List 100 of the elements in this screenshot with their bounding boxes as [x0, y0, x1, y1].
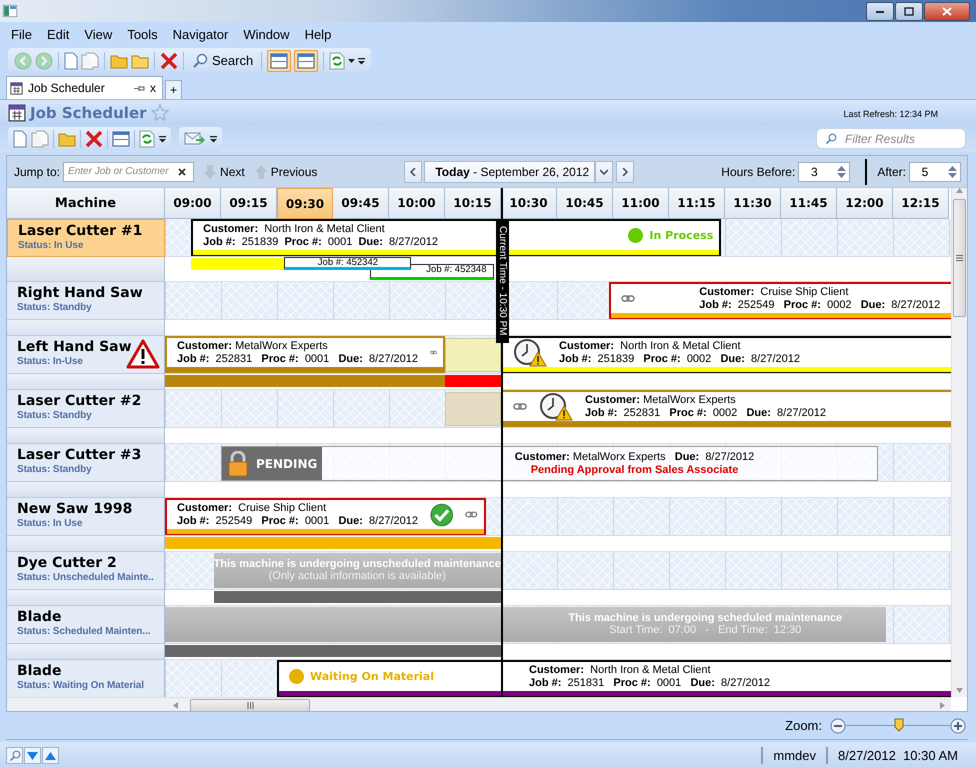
time-column-header[interactable]: 11:30: [725, 188, 781, 219]
scroll-left-icon[interactable]: [173, 702, 178, 709]
maximize-button[interactable]: [895, 2, 923, 20]
search-icon: [825, 132, 837, 144]
clear-icon[interactable]: [178, 168, 186, 176]
app-icon: [3, 5, 17, 17]
scroll-down-button[interactable]: [24, 747, 41, 764]
folder-icon: [110, 52, 128, 68]
menu-item[interactable]: Help: [304, 27, 338, 42]
machine-row-header[interactable]: Dye Cutter 2 Status: Unscheduled Mainte..: [7, 552, 165, 590]
machine-status: Status: Standby: [17, 410, 92, 421]
time-column-header[interactable]: 09:30: [277, 188, 333, 219]
zoom-in-button[interactable]: [950, 718, 966, 734]
window-icon: [270, 52, 288, 70]
zoom-out-button[interactable]: [830, 718, 846, 734]
time-column-header[interactable]: 10:00: [389, 188, 445, 219]
layout-toggle-button[interactable]: [294, 50, 318, 72]
time-column-header[interactable]: 10:30: [501, 188, 557, 219]
spin-down-icon[interactable]: [948, 172, 958, 178]
machine-row-header[interactable]: Left Hand Saw Status: In-Use: [7, 336, 165, 374]
time-column-header[interactable]: 11:00: [613, 188, 669, 219]
scroll-up-button[interactable]: [42, 747, 59, 764]
job-card[interactable]: Customer: North Iron & Metal Client Job #: 251839 Proc #: 0002 Due: 8/27/2012: [501, 336, 951, 373]
job-card[interactable]: Customer: MetalWorx Experts Job #: 252831 Proc #: 0001 Due: 8/27/2012: [165, 336, 445, 373]
machine-row-header[interactable]: Laser Cutter #3 Status: Standby: [7, 444, 165, 482]
scrollbar-thumb[interactable]: [953, 199, 966, 317]
job-tag[interactable]: Job #: 452342: [284, 257, 412, 270]
machine-name: Blade: [17, 609, 62, 625]
filter-box[interactable]: Filter Results: [816, 128, 966, 149]
next-button[interactable]: Next: [204, 164, 245, 178]
zoom-slider-thumb[interactable]: [894, 718, 904, 732]
refresh-icon: [139, 130, 155, 148]
star-icon[interactable]: [150, 104, 169, 121]
spin-up-icon[interactable]: [948, 166, 958, 170]
machine-row-header[interactable]: Blade Status: Waiting On Material: [7, 660, 165, 697]
search-button[interactable]: Search: [189, 50, 256, 70]
time-column-header[interactable]: 10:45: [557, 188, 613, 219]
menu-item[interactable]: Edit: [46, 27, 76, 42]
job-card[interactable]: Customer: MetalWorx Experts Job #: 252831 Proc #: 0002 Due: 8/27/2012: [501, 390, 951, 427]
vertical-scrollbar[interactable]: [951, 188, 967, 697]
job-card[interactable]: Waiting On Material Customer: North Iron & Metal Client Job #: 251831 Proc #: 0001 Due: 8/27/2012: [277, 660, 951, 697]
scroll-down-icon[interactable]: [956, 688, 963, 693]
time-column-header[interactable]: 10:15: [445, 188, 501, 219]
menu-item[interactable]: Window: [243, 27, 297, 42]
machine-row-header[interactable]: Laser Cutter #1 Status: In Use: [7, 219, 165, 257]
machine-name: Right Hand Saw: [17, 285, 143, 301]
job-details: Customer: Cruise Ship Client Job #: 252549 Proc #: 0002 Due: 8/27/2012: [699, 286, 940, 312]
date-dropdown-button[interactable]: [595, 160, 614, 182]
pin-icon[interactable]: [134, 84, 145, 92]
time-column-header[interactable]: 09:15: [221, 188, 277, 219]
time-column-header[interactable]: 09:00: [165, 188, 221, 219]
time-column-header[interactable]: 09:45: [333, 188, 389, 219]
time-column-header[interactable]: 12:00: [837, 188, 893, 219]
spin-down-icon[interactable]: [837, 172, 846, 178]
filter-field[interactable]: Filter Results: [845, 132, 955, 146]
pending-bar[interactable]: PENDING Customer: MetalWorx Experts Due: 8/27/2012 Pending Approval from Sales Associate: [221, 446, 878, 481]
time-column-header[interactable]: 11:15: [669, 188, 725, 219]
calendar-icon: [10, 82, 23, 94]
chevron-left-icon: [410, 168, 416, 176]
menu-item[interactable]: File: [11, 27, 39, 42]
horizontal-scrollbar[interactable]: [7, 697, 951, 711]
previous-button[interactable]: Previous: [254, 164, 318, 178]
time-column-header[interactable]: 12:15: [893, 188, 949, 219]
jump-box[interactable]: Enter Job or Customer: [63, 162, 194, 182]
new-tab-button[interactable]: +: [165, 80, 182, 99]
minimize-button[interactable]: [866, 2, 894, 20]
time-column-header[interactable]: 11:45: [781, 188, 837, 219]
hours-before-spinner-box[interactable]: 3: [798, 162, 850, 182]
scroll-right-icon[interactable]: [940, 702, 945, 709]
close-icon: [942, 6, 952, 16]
triangle-down-icon: [27, 752, 38, 760]
tab-close-button[interactable]: x: [150, 81, 156, 95]
machine-row-header[interactable]: Laser Cutter #2 Status: Standby: [7, 390, 165, 428]
job-details: Customer: North Iron & Metal Client Job #: 251839 Proc #: 0001 Due: 8/27/2012: [203, 222, 438, 248]
hours-after-spinner-box[interactable]: 5: [909, 162, 962, 182]
document-tab[interactable]: Job Scheduler x: [6, 76, 163, 99]
machine-row-header[interactable]: Right Hand Saw Status: Standby: [7, 282, 165, 320]
date-selector[interactable]: Today - September 26, 2012: [424, 160, 596, 182]
jump-field[interactable]: Enter Job or Customer: [68, 166, 178, 177]
zoom-label: Zoom:: [785, 718, 822, 733]
delete-icon: [85, 130, 103, 148]
menu-item[interactable]: Navigator: [172, 27, 236, 42]
dropdown-arrow-icon[interactable]: [348, 58, 356, 62]
search-button[interactable]: [6, 747, 23, 764]
layout-toggle-button[interactable]: [267, 50, 292, 72]
previous-day-button[interactable]: [404, 160, 422, 182]
scrollbar-thumb[interactable]: [190, 699, 310, 711]
arrow-up-icon: [254, 164, 267, 178]
forward-icon: [35, 52, 53, 70]
minimize-icon: [876, 10, 884, 12]
next-day-button[interactable]: [616, 160, 634, 182]
machine-row-header[interactable]: New Saw 1998 Status: In Use: [7, 498, 165, 536]
job-card[interactable]: Customer: Cruise Ship Client Job #: 252549 Proc #: 0001 Due: 8/27/2012: [165, 498, 486, 535]
machine-row-header[interactable]: Blade Status: Scheduled Mainten...: [7, 606, 165, 644]
menu-item[interactable]: Tools: [127, 27, 165, 42]
machine-name: New Saw 1998: [17, 501, 132, 517]
menu-item[interactable]: View: [84, 27, 120, 42]
job-card[interactable]: Customer: Cruise Ship Client Job #: 252549 Proc #: 0002 Due: 8/27/2012: [609, 282, 951, 319]
spin-up-icon[interactable]: [837, 166, 846, 170]
close-button[interactable]: [924, 2, 970, 20]
